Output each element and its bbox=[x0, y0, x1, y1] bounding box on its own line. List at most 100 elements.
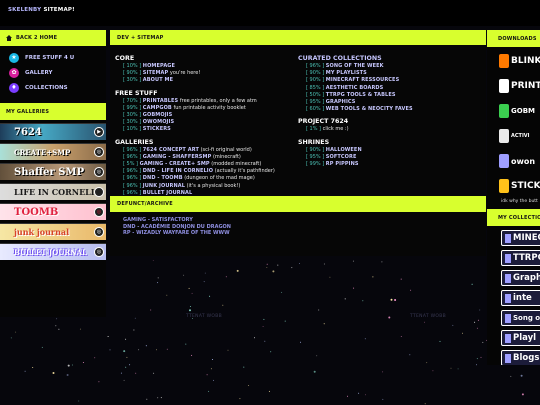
download-activity[interactable]: ACTIVI bbox=[487, 125, 540, 147]
download-owomojis[interactable]: owon bbox=[487, 150, 540, 172]
star bbox=[400, 336, 402, 337]
sitemap-link[interactable]: TTRPG TOOLS & TABLES bbox=[326, 92, 396, 98]
star bbox=[318, 309, 320, 311]
sitemap-entry[interactable]: [ 99% ] CAMPGOB fun printable activity b… bbox=[115, 105, 298, 112]
sitemap-link[interactable]: DND - LIFE IN CORNELIO bbox=[143, 168, 213, 174]
star bbox=[79, 328, 81, 330]
sitemap-entry[interactable]: [ 1% ] click me :) bbox=[298, 126, 481, 133]
gallery-banner-create-smp[interactable]: CREATE+SMP ◎ bbox=[0, 143, 106, 160]
gallery-banner-life-in-cornelio[interactable]: LIFE IN CORNELIO ◎ bbox=[0, 183, 106, 200]
progress-percent: [ 85% ] bbox=[306, 84, 325, 91]
star bbox=[243, 366, 245, 368]
collection-icon bbox=[505, 313, 511, 323]
sitemap-entry[interactable]: [ 90% ] HALLOWEEN bbox=[298, 147, 481, 154]
sitemap-link[interactable]: AESTHETIC BOARDS bbox=[326, 85, 384, 91]
star bbox=[32, 367, 34, 368]
sitemap-link[interactable]: WEB TOOLS & NEOCITY FAVES bbox=[326, 106, 413, 112]
site-title-name: SKELENBY bbox=[8, 7, 42, 13]
sitemap-heading: DEV + SITEMAP bbox=[110, 30, 486, 45]
collection-song-of-the-week[interactable]: Song of t bbox=[501, 310, 540, 326]
star bbox=[10, 337, 12, 339]
sitemap-link[interactable]: MY PLAYLISTS bbox=[326, 70, 367, 76]
gallery-banner-bullet-journal[interactable]: BULLET JOURNAL ◎ bbox=[0, 243, 106, 260]
progress-percent: [ 30% ] bbox=[123, 119, 142, 126]
star bbox=[410, 289, 412, 291]
collection-ttrpg[interactable]: TTRPG bbox=[501, 250, 540, 266]
archive-item[interactable]: RP - WIZADLY WAYFARE OF THE WWW bbox=[123, 230, 473, 237]
sitemap-entry[interactable]: [ 10% ] HOMEPAGE bbox=[115, 63, 298, 70]
download-printables[interactable]: PRINTA bbox=[487, 75, 540, 97]
sitemap-link[interactable]: GOBMOJIS bbox=[143, 112, 173, 118]
sitemap-entry[interactable]: [ 96% ] GAMING - SHAFFERSMP (minecraft) bbox=[115, 154, 298, 161]
sitemap-note: fun printable activity booklet bbox=[173, 104, 246, 111]
sitemap-link[interactable]: BULLET JOURNAL bbox=[143, 190, 192, 196]
star bbox=[372, 276, 374, 278]
sitemap-entry[interactable]: [ 95% ] GRAPHICS bbox=[298, 99, 481, 106]
sitemap-entry[interactable]: [ 90% ] MY PLAYLISTS bbox=[298, 70, 481, 77]
gallery-banner-junk-journal[interactable]: junk journal ◎ bbox=[0, 223, 106, 240]
nav-item-free-stuff[interactable]: ★ FREE STUFF 4 U bbox=[0, 50, 106, 65]
sitemap-link[interactable]: CAMPGOB bbox=[143, 105, 172, 111]
sitemap-entry[interactable]: [ 85% ] AESTHETIC BOARDS bbox=[298, 85, 481, 92]
star bbox=[281, 291, 283, 293]
star bbox=[160, 397, 162, 399]
sitemap-link[interactable]: RP PIPPINS bbox=[326, 161, 359, 167]
sitemap-entry[interactable]: [ 96% ] DND - TOOMB (dungeon of the mad … bbox=[115, 175, 298, 182]
star bbox=[125, 366, 127, 368]
sitemap-entry[interactable]: [ 90% ] MINECRAFT RESSOURCES bbox=[298, 77, 481, 84]
sitemap-link[interactable]: JUNK JOURNAL bbox=[143, 183, 185, 189]
download-gobmojis[interactable]: GOBM bbox=[487, 100, 540, 122]
sitemap-entry[interactable]: [ 50% ] TTRPG TOOLS & TABLES bbox=[298, 92, 481, 99]
collection-blogs[interactable]: Blogs & bbox=[501, 350, 540, 365]
nav-item-collections[interactable]: ♦ COLLECTIONS bbox=[0, 80, 106, 95]
sitemap-entry[interactable]: [ 30% ] ABOUT ME bbox=[115, 77, 298, 84]
sitemap-entry[interactable]: [ 5% ] GAMING - CREATE+ SMP (modded mine… bbox=[115, 161, 298, 168]
sitemap-link[interactable]: GRAPHICS bbox=[326, 99, 356, 105]
sitemap-entry[interactable]: [ 30% ] GOBMOJIS bbox=[115, 112, 298, 119]
sitemap-link[interactable]: STICKERS bbox=[143, 126, 171, 132]
collection-internet[interactable]: inte bbox=[501, 290, 540, 306]
sitemap-link[interactable]: PRINTABLES bbox=[143, 98, 178, 104]
circle-icon: ◎ bbox=[94, 187, 104, 197]
sitemap-entry[interactable]: [ 96% ] SONG OF THE WEEK bbox=[298, 63, 481, 70]
star bbox=[189, 309, 191, 312]
sitemap-link[interactable]: GAMING - CREATE+ SMP bbox=[140, 161, 210, 167]
collection-playlists[interactable]: Playl bbox=[501, 330, 540, 346]
sitemap-entry[interactable]: [ 96% ] JUNK JOURNAL (it's a physical bo… bbox=[115, 183, 298, 190]
gallery-banner-shaffer-smp[interactable]: Shaffer SMP ◎ bbox=[0, 163, 106, 180]
sitemap-entry[interactable]: [ 70% ] PRINTABLES free printables, only… bbox=[115, 98, 298, 105]
nav-item-gallery[interactable]: ✿ GALLERY bbox=[0, 65, 106, 80]
download-blinkies[interactable]: BLINK bbox=[487, 50, 540, 72]
sitemap-link[interactable]: SITEMAP bbox=[143, 70, 169, 76]
sitemap-entry[interactable]: [ 60% ] WEB TOOLS & NEOCITY FAVES bbox=[298, 106, 481, 113]
collection-graphics[interactable]: Graph bbox=[501, 270, 540, 286]
sitemap-entry[interactable]: [ 99% ] RP PIPPINS bbox=[298, 161, 481, 168]
back-home-button[interactable]: BACK 2 HOME bbox=[0, 30, 106, 46]
sitemap-link[interactable]: MINECRAFT RESSOURCES bbox=[326, 77, 399, 83]
sitemap-note: (actually it's pathfinder) bbox=[214, 168, 275, 175]
sitemap-entry[interactable]: [ 96% ] 7624 CONCEPT ART (sci-fi origina… bbox=[115, 147, 298, 154]
sitemap-entry[interactable]: [ 10% ] STICKERS bbox=[115, 126, 298, 133]
gallery-banner-toomb[interactable]: TOOMB ◎ bbox=[0, 203, 106, 220]
sitemap-entry[interactable]: [ 96% ] DND - LIFE IN CORNELIO (actually… bbox=[115, 168, 298, 175]
sitemap-entry[interactable]: [ 95% ] SOFTCORE bbox=[298, 154, 481, 161]
sitemap-link[interactable]: 7624 CONCEPT ART bbox=[143, 147, 199, 153]
sitemap-link[interactable]: GAMING - SHAFFERSMP bbox=[143, 154, 212, 160]
star bbox=[126, 356, 128, 358]
sitemap-link[interactable]: SONG OF THE WEEK bbox=[326, 63, 384, 69]
sitemap-entry[interactable]: [ 90% ] SITEMAP you're here! bbox=[115, 70, 298, 77]
sitemap-link[interactable]: ABOUT ME bbox=[143, 77, 173, 83]
star bbox=[316, 355, 318, 357]
flower-icon: ✿ bbox=[9, 67, 19, 78]
sitemap-link[interactable]: HALLOWEEN bbox=[326, 147, 362, 153]
sitemap-entry[interactable]: [ 30% ] OWOMOJIS bbox=[115, 119, 298, 126]
sitemap-link[interactable]: DND - TOOMB bbox=[143, 175, 183, 181]
sitemap-link[interactable]: SOFTCORE bbox=[326, 154, 357, 160]
sitemap-link[interactable]: OWOMOJIS bbox=[143, 119, 174, 125]
star bbox=[123, 379, 125, 381]
download-label: BLINK bbox=[511, 56, 540, 66]
sitemap-link[interactable]: HOMEPAGE bbox=[143, 63, 175, 69]
gallery-banner-7624[interactable]: 7624 ▶ bbox=[0, 123, 106, 140]
collection-minecraft[interactable]: MINECRAF bbox=[501, 230, 540, 246]
download-stickers[interactable]: STICK bbox=[487, 175, 540, 197]
